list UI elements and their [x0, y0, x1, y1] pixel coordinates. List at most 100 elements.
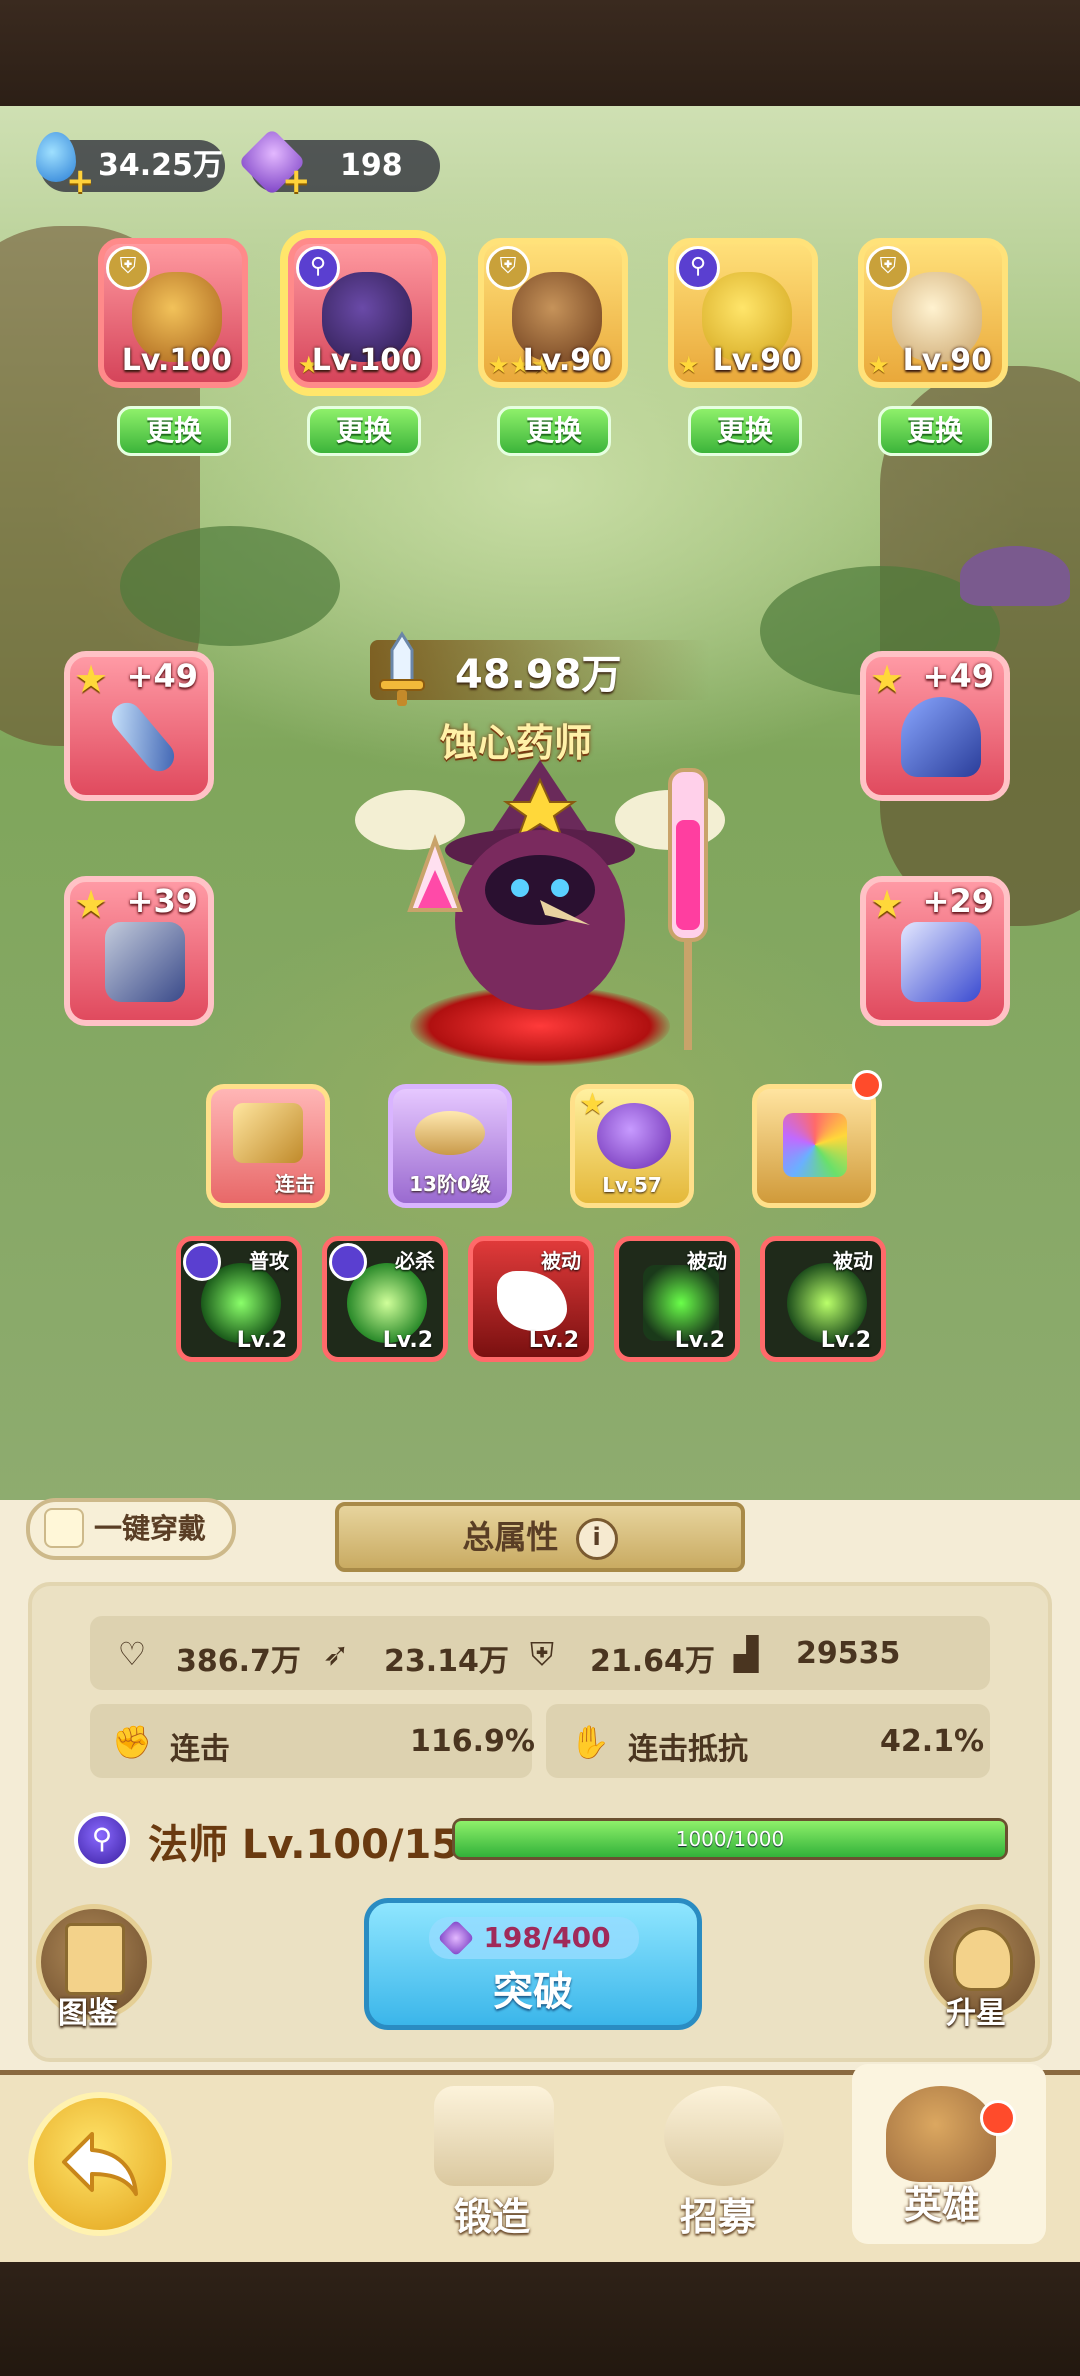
enhance-level: +49 — [922, 657, 994, 695]
heart-icon: ♡ — [117, 1635, 147, 1673]
nav-hero[interactable] — [886, 2086, 996, 2182]
total-attributes-header[interactable]: 总属性 i — [335, 1502, 745, 1572]
combat-power: 48.98万 — [455, 652, 622, 698]
team-hero-2[interactable]: ⚲ ★ Lv.100 — [288, 238, 438, 388]
flower-icon — [664, 2086, 784, 2186]
team-hero-4[interactable]: ⚲ ★ Lv.90 — [668, 238, 818, 388]
hero-figure[interactable] — [340, 740, 740, 1070]
swap-button[interactable]: 更换 — [117, 406, 231, 456]
pet-slot[interactable]: ★ Lv.57 — [570, 1084, 694, 1208]
nav-recruit[interactable] — [664, 2086, 784, 2186]
nav-forge-label[interactable]: 锻造 — [454, 2186, 530, 2241]
equip-boots[interactable]: ★ +29 — [860, 876, 1010, 1026]
breakthrough-button[interactable]: 198/400 突破 — [364, 1898, 702, 2030]
purple-gem-icon — [437, 1919, 475, 1957]
wings-icon — [415, 1111, 485, 1155]
skill-passive-1[interactable]: 被动 Lv.2 — [468, 1236, 594, 1362]
combo-value: 116.9% — [410, 1724, 535, 1759]
skill-tag: 普攻 — [249, 1249, 289, 1273]
purple-pet-icon — [597, 1103, 671, 1169]
skill-passive-3[interactable]: 被动 Lv.2 — [760, 1236, 886, 1362]
swap-button[interactable]: 更换 — [878, 406, 992, 456]
skill-level: Lv.2 — [820, 1328, 871, 1353]
shield-class-icon: ⛨ — [866, 246, 910, 290]
nav-hero-label[interactable]: 英雄 — [904, 2174, 980, 2229]
back-arrow-icon — [62, 2132, 138, 2196]
skill-tag: 必杀 — [395, 1249, 435, 1273]
enhance-level: +49 — [126, 657, 198, 695]
water-amount: 34.25万 — [98, 148, 223, 183]
skill-ultimate[interactable]: 必杀 Lv.2 — [322, 1236, 448, 1362]
nav-forge[interactable] — [434, 2086, 554, 2186]
shirt-icon — [44, 1508, 84, 1548]
cube-slot[interactable] — [752, 1084, 876, 1208]
star-icon: ★ — [74, 657, 109, 701]
skill-level: Lv.2 — [674, 1328, 725, 1353]
swap-button[interactable]: 更换 — [497, 406, 611, 456]
skill-level: Lv.2 — [528, 1328, 579, 1353]
defense-shield-icon: ⛨ — [529, 1635, 554, 1673]
wand-class-icon: ⚲ — [296, 246, 340, 290]
combo-label: 连击 — [275, 1172, 315, 1196]
combo-icon: ✊ — [112, 1723, 152, 1761]
breakthrough-label: 突破 — [493, 1969, 573, 2015]
equip-helmet[interactable]: ★ +49 — [860, 651, 1010, 801]
skill-basic-attack[interactable]: 普攻 Lv.2 — [176, 1236, 302, 1362]
hero-level: Lv.90 — [712, 343, 802, 378]
breakthrough-cost-text: 198/400 — [483, 1921, 611, 1954]
hero-helmet-icon — [886, 2086, 996, 2182]
swap-button[interactable]: 更换 — [307, 406, 421, 456]
star-rating: ★ — [868, 351, 890, 379]
top-frame — [0, 0, 1080, 106]
shield-class-icon: ⛨ — [486, 246, 530, 290]
equip-armor[interactable]: ★ +39 — [64, 876, 214, 1026]
attack-icon: ➶ — [322, 1635, 350, 1673]
defense-value: 21.64万 — [590, 1644, 715, 1679]
xp-text: 1000/1000 — [675, 1827, 785, 1851]
hero-level: Lv.90 — [522, 343, 612, 378]
team-hero-5[interactable]: ⛨ ★ Lv.90 — [858, 238, 1008, 388]
team-hero-1[interactable]: ⛨ Lv.100 — [98, 238, 248, 388]
boots-icon — [901, 922, 981, 1002]
anvil-icon — [434, 2086, 554, 2186]
gem-amount: 198 — [340, 148, 403, 183]
enhance-level: +29 — [922, 882, 994, 920]
mage-class-icon: ⚲ — [74, 1812, 130, 1868]
speed-value: 29535 — [796, 1636, 901, 1671]
hero-level: Lv.90 — [902, 343, 992, 378]
skill-tag: 被动 — [833, 1249, 873, 1273]
skill-tag: 被动 — [541, 1249, 581, 1273]
star-icon: ★ — [74, 882, 109, 926]
add-water-icon[interactable]: + — [66, 164, 95, 198]
one-click-wear-button[interactable]: 一键穿戴 — [26, 1498, 236, 1560]
add-gem-icon[interactable]: + — [282, 164, 311, 198]
shield-class-icon: ⛨ — [106, 246, 150, 290]
star-rating: ★★★ — [488, 351, 553, 379]
mushroom — [960, 546, 1070, 606]
hp-value: 386.7万 — [176, 1644, 301, 1679]
wings-slot[interactable]: 13阶0级 — [388, 1084, 512, 1208]
notification-dot — [852, 1070, 882, 1100]
class-level: 法师 Lv.100/150 — [148, 1822, 488, 1868]
swap-button[interactable]: 更换 — [688, 406, 802, 456]
star-icon: ★ — [870, 657, 905, 701]
helmet-icon — [901, 697, 981, 777]
skill-passive-2[interactable]: 被动 Lv.2 — [614, 1236, 740, 1362]
combo-resist-value: 42.1% — [880, 1724, 985, 1759]
pet-level: Lv.57 — [602, 1173, 662, 1197]
nav-recruit-label[interactable]: 招募 — [680, 2186, 756, 2241]
combo-slot[interactable]: 连击 — [206, 1084, 330, 1208]
enhance-level: +39 — [126, 882, 198, 920]
back-button[interactable] — [28, 2092, 172, 2236]
xp-bar: 1000/1000 — [452, 1818, 1008, 1860]
skill-level: Lv.2 — [382, 1328, 433, 1353]
helmet-emblem-icon — [953, 1927, 1013, 1991]
info-icon[interactable]: i — [575, 1518, 618, 1560]
star-icon: ★ — [870, 882, 905, 926]
team-hero-3[interactable]: ⛨ ★★★ Lv.90 — [478, 238, 628, 388]
skill-level: Lv.2 — [236, 1328, 287, 1353]
bush — [120, 526, 340, 646]
rainbow-cube-icon — [783, 1113, 847, 1177]
combo-label: 连击 — [170, 1732, 230, 1767]
equip-weapon[interactable]: ★ +49 — [64, 651, 214, 801]
